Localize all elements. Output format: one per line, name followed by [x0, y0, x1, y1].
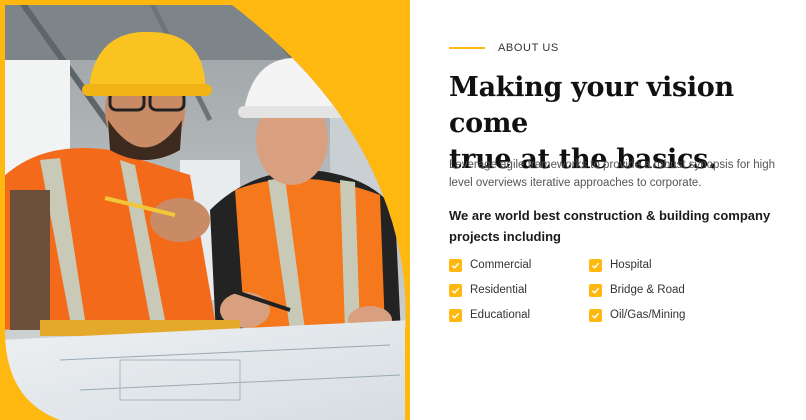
feature-item-residential: Residential — [449, 283, 589, 297]
hero-photo-block — [0, 0, 410, 420]
check-icon — [449, 283, 462, 297]
feature-item-bridge-road: Bridge & Road — [589, 283, 729, 297]
check-icon — [589, 308, 602, 322]
feature-label: Commercial — [470, 259, 532, 271]
feature-label: Educational — [470, 309, 531, 321]
feature-item-educational: Educational — [449, 308, 589, 322]
feature-label: Oil/Gas/Mining — [610, 309, 686, 321]
feature-label: Residential — [470, 284, 527, 296]
check-icon — [449, 258, 462, 272]
feature-item-commercial: Commercial — [449, 258, 589, 272]
check-icon — [589, 258, 602, 272]
feature-label: Hospital — [610, 259, 652, 271]
check-icon — [589, 283, 602, 297]
feature-label: Bridge & Road — [610, 284, 685, 296]
description-text: Leverage agile frameworks to provide a r… — [449, 159, 776, 189]
title-line-1: Making your vision come — [449, 72, 734, 139]
feature-item-hospital: Hospital — [589, 258, 729, 272]
construction-workers-photo — [0, 0, 410, 420]
services-subheading: We are world best construction & buildin… — [449, 208, 771, 244]
check-icon — [449, 308, 462, 322]
feature-item-oil-gas-mining: Oil/Gas/Mining — [589, 308, 729, 322]
features-list: Commercial Hospital Residential Bridge &… — [449, 258, 749, 322]
about-us-label: ABOUT US — [498, 42, 559, 54]
section-eyebrow: ABOUT US — [449, 42, 559, 54]
accent-line — [449, 47, 485, 49]
